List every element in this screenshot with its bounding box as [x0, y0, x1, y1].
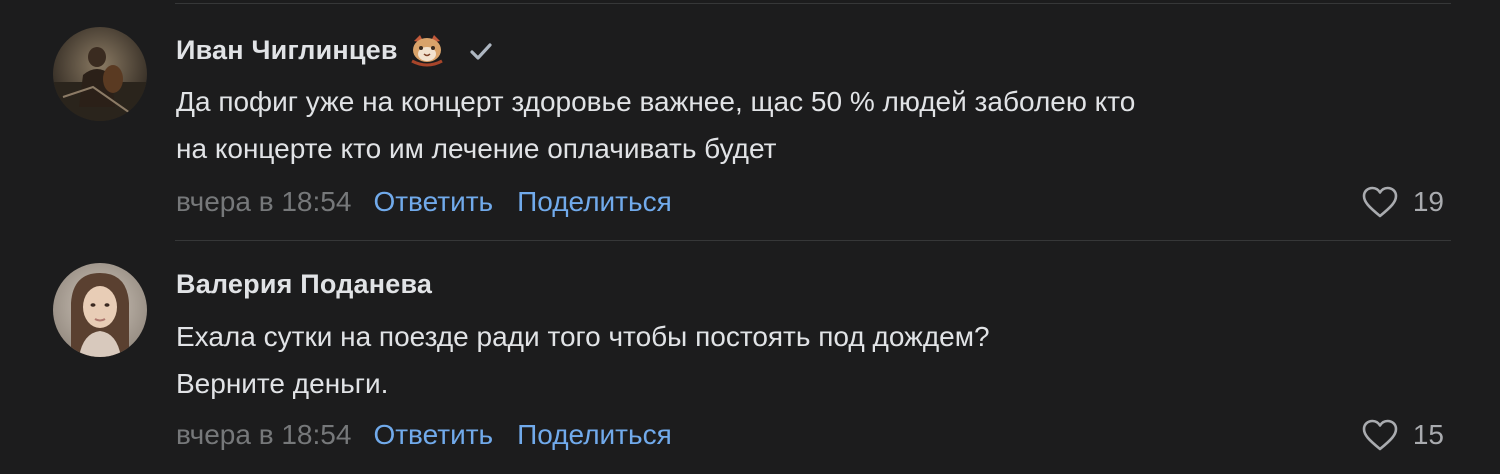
reply-button[interactable]: Ответить [373, 419, 493, 451]
comment-meta: вчера в 18:54 Ответить Поделиться [176, 182, 672, 222]
like-button[interactable]: 15 [1361, 415, 1444, 455]
avatar[interactable] [53, 263, 147, 357]
share-button[interactable]: Поделиться [517, 186, 672, 218]
comment-text-line: на концерте кто им лечение оплачивать бу… [176, 133, 777, 164]
like-button[interactable]: 19 [1361, 182, 1444, 222]
comment-text-line: Ехала сутки на поезде ради того чтобы по… [176, 321, 990, 352]
comment-text-line: Верните деньги. [176, 368, 389, 399]
author-name[interactable]: Валерия Поданева [176, 269, 432, 300]
timestamp[interactable]: вчера в 18:54 [176, 186, 351, 218]
timestamp[interactable]: вчера в 18:54 [176, 419, 351, 451]
cat-face-emoji-icon [408, 33, 446, 67]
comment: Иван Чиглинцев Да пофиг уже на концерт з… [0, 0, 1500, 240]
author-line: Валерия Поданева [176, 266, 432, 302]
like-count: 19 [1412, 186, 1444, 217]
author-name[interactable]: Иван Чиглинцев [176, 35, 398, 66]
comment-meta: вчера в 18:54 Ответить Поделиться [176, 415, 672, 455]
share-button[interactable]: Поделиться [517, 419, 672, 451]
heart-icon [1361, 418, 1399, 452]
checkmark-icon [466, 37, 496, 67]
author-line: Иван Чиглинцев [176, 32, 496, 68]
avatar[interactable] [53, 27, 147, 121]
like-count: 15 [1412, 419, 1444, 450]
comment-text-line: Да пофиг уже на концерт здоровье важнее,… [176, 86, 1136, 117]
reply-button[interactable]: Ответить [373, 186, 493, 218]
comment: Валерия Поданева Ехала сутки на поезде р… [0, 241, 1500, 474]
comment-text: Ехала сутки на поезде ради того чтобы по… [176, 313, 1426, 407]
heart-icon [1361, 185, 1399, 219]
comment-text: Да пофиг уже на концерт здоровье важнее,… [176, 78, 1426, 172]
